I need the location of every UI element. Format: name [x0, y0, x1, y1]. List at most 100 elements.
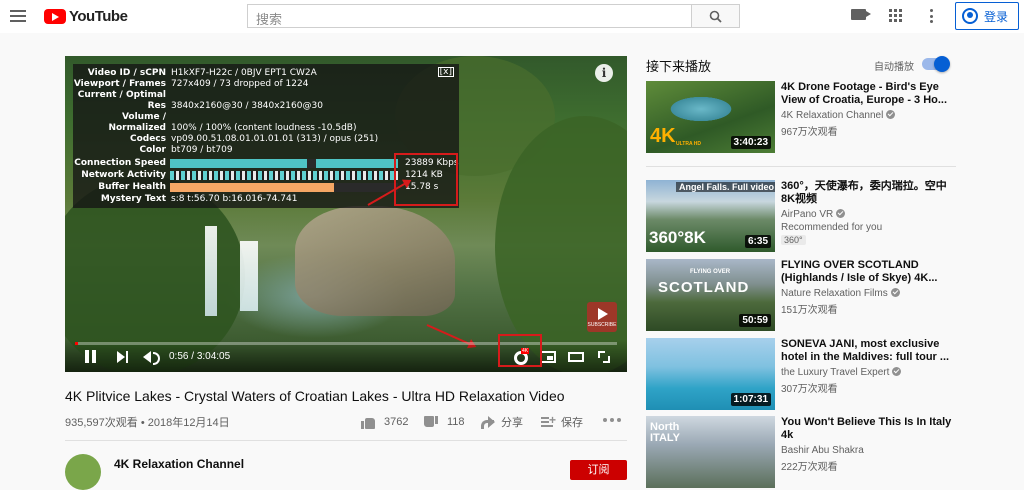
duration-badge: 1:07:31 — [730, 393, 771, 406]
stat-row: Video ID / sCPN H1kXF7-H22c / 0BJV EPT1 C… — [87, 68, 317, 78]
thumb-subtext: FLYING OVER — [690, 269, 731, 275]
save-button[interactable]: 保存 — [541, 412, 583, 432]
rec-views: 222万次观看 — [781, 462, 838, 473]
thumb-subtext: ULTRA HD — [676, 141, 701, 147]
theater-mode-icon[interactable] — [568, 352, 584, 362]
rec-channel: the Luxury Travel Expert — [781, 367, 902, 378]
video-thumbnail[interactable]: Angel Falls. Full video 360°8K 6:35 — [646, 180, 775, 252]
video-thumbnail[interactable]: North ITALY — [646, 416, 775, 488]
stat-row: Current / Optimal — [77, 90, 166, 100]
channel-name[interactable]: 4K Relaxation Channel — [114, 457, 244, 471]
duration-badge: 50:59 — [739, 314, 771, 327]
duration-badge: 3:40:23 — [730, 136, 771, 149]
stat-row: Res 3840x2160@30 / 3840x2160@30 — [147, 101, 323, 111]
save-playlist-icon — [541, 413, 556, 428]
rec-channel: Nature Relaxation Films — [781, 288, 900, 299]
player-controls: 0:56 / 3:04:05 4K — [65, 340, 627, 372]
recommended-video[interactable]: North ITALY You Won't Believe This Is In… — [646, 416, 956, 488]
video-player[interactable]: [x] Video ID / sCPN H1kXF7-H22c / 0BJV EP… — [65, 56, 627, 372]
rec-title[interactable]: SONEVA JANI, most exclusive hotel in the… — [781, 338, 953, 364]
save-label: 保存 — [561, 417, 583, 429]
divider — [65, 440, 627, 441]
youtube-logo[interactable]: YouTube — [44, 8, 128, 25]
recommended-video[interactable]: 1:07:31 SONEVA JANI, most exclusive hote… — [646, 338, 956, 410]
stat-row: Codecs vp09.00.51.08.01.01.01.01 (313) / … — [129, 134, 379, 144]
rec-channel: AirPano VR — [781, 209, 846, 220]
thumb-text: 4K — [650, 125, 676, 147]
thumb-text: SCOTLAND — [658, 279, 750, 296]
network-activity-graph — [170, 171, 398, 180]
thumb-text: 360°8K — [649, 228, 706, 247]
verified-icon — [890, 288, 900, 297]
search-button[interactable] — [692, 4, 740, 28]
thumb-top-text: Angel Falls. Full video — [676, 182, 775, 192]
create-video-icon[interactable] — [851, 9, 871, 20]
buffer-health-graph — [170, 183, 398, 192]
signin-button[interactable]: 登录 — [955, 2, 1019, 30]
pause-icon[interactable] — [85, 350, 97, 364]
duration-badge: 6:35 — [744, 235, 771, 248]
connection-speed-graph — [170, 159, 398, 168]
video-meta: 935,597次观看 • 2018年12月14日 — [65, 417, 230, 429]
fullscreen-icon[interactable] — [598, 351, 610, 363]
video-thumbnail[interactable]: 1:07:31 — [646, 338, 775, 410]
miniplayer-icon[interactable] — [540, 351, 556, 363]
time-display: 0:56 / 3:04:05 — [169, 351, 231, 362]
logo-text: YouTube — [69, 8, 128, 25]
rec-channel: Bashir Abu Shakra — [781, 445, 864, 456]
rec-title[interactable]: 4K Drone Footage - Bird's Eye View of Cr… — [781, 81, 953, 107]
share-button[interactable]: 分享 — [481, 412, 523, 432]
volume-icon[interactable] — [143, 350, 160, 365]
divider — [646, 166, 956, 167]
video-thumbnail[interactable]: 4K ULTRA HD 3:40:23 — [646, 81, 775, 153]
menu-icon[interactable] — [10, 10, 26, 23]
thumbs-down-icon — [424, 416, 438, 429]
annotation-box-settings — [498, 334, 542, 367]
thumb-text: North ITALY — [650, 421, 680, 444]
rec-views: 967万次观看 — [781, 127, 838, 138]
rec-recommended: Recommended for you — [781, 222, 883, 233]
account-icon — [962, 8, 978, 24]
thumbs-up-icon — [361, 416, 375, 429]
up-next-heading: 接下来播放 — [646, 59, 712, 74]
signin-label: 登录 — [984, 9, 1009, 24]
stat-row: Viewport / Frames 727x409 / 73 dropped of… — [73, 79, 309, 89]
share-icon — [481, 416, 495, 429]
autoplay-toggle[interactable] — [922, 56, 950, 72]
next-icon[interactable] — [117, 350, 129, 364]
rec-title[interactable]: FLYING OVER SCOTLAND (Highlands / Isle o… — [781, 259, 953, 285]
verified-icon — [892, 367, 902, 376]
stat-row: Normalized 100% / 100% (content loudness … — [108, 123, 357, 133]
video-thumbnail[interactable]: FLYING OVER SCOTLAND 50:59 — [646, 259, 775, 331]
verified-icon — [836, 209, 846, 218]
apps-grid-icon[interactable] — [889, 9, 902, 22]
dislike-button[interactable]: 118 — [424, 412, 465, 432]
search-input[interactable]: 搜索 — [247, 4, 692, 28]
dislike-count: 118 — [447, 416, 465, 428]
info-icon[interactable]: i — [595, 64, 613, 82]
settings-more-icon[interactable] — [930, 9, 934, 23]
channel-avatar[interactable] — [65, 454, 101, 490]
subscribe-watermark[interactable]: SUBSCRIBE — [587, 302, 617, 332]
recommended-video[interactable]: Angel Falls. Full video 360°8K 6:35 360°… — [646, 180, 956, 252]
more-actions-icon[interactable] — [603, 418, 621, 422]
rec-title[interactable]: 360°，天使瀑布，委内瑞拉。空中8K视频 — [781, 180, 953, 206]
top-bar: YouTube 搜索 登录 — [0, 0, 1024, 33]
rec-views: 307万次观看 — [781, 384, 838, 395]
rec-title[interactable]: You Won't Believe This Is In Italy 4k — [781, 416, 953, 442]
like-count: 3762 — [384, 416, 409, 428]
share-label: 分享 — [501, 417, 523, 429]
autoplay-label: 自动播放 — [874, 62, 914, 73]
video-title: 4K Plitvice Lakes - Crystal Waters of Cr… — [65, 388, 565, 404]
360-badge: 360° — [781, 235, 806, 245]
like-button[interactable]: 3762 — [361, 412, 408, 432]
recommended-video[interactable]: 4K ULTRA HD 3:40:23 4K Drone Footage - B… — [646, 81, 956, 153]
search-icon — [709, 10, 722, 23]
recommended-video[interactable]: FLYING OVER SCOTLAND 50:59 FLYING OVER S… — [646, 259, 956, 331]
rec-channel: 4K Relaxation Channel — [781, 110, 896, 121]
youtube-play-icon — [44, 9, 66, 24]
rec-views: 151万次观看 — [781, 305, 838, 316]
stat-row: Volume / — [121, 112, 166, 122]
verified-icon — [886, 110, 896, 119]
subscribe-button[interactable]: 订阅 — [570, 460, 627, 480]
